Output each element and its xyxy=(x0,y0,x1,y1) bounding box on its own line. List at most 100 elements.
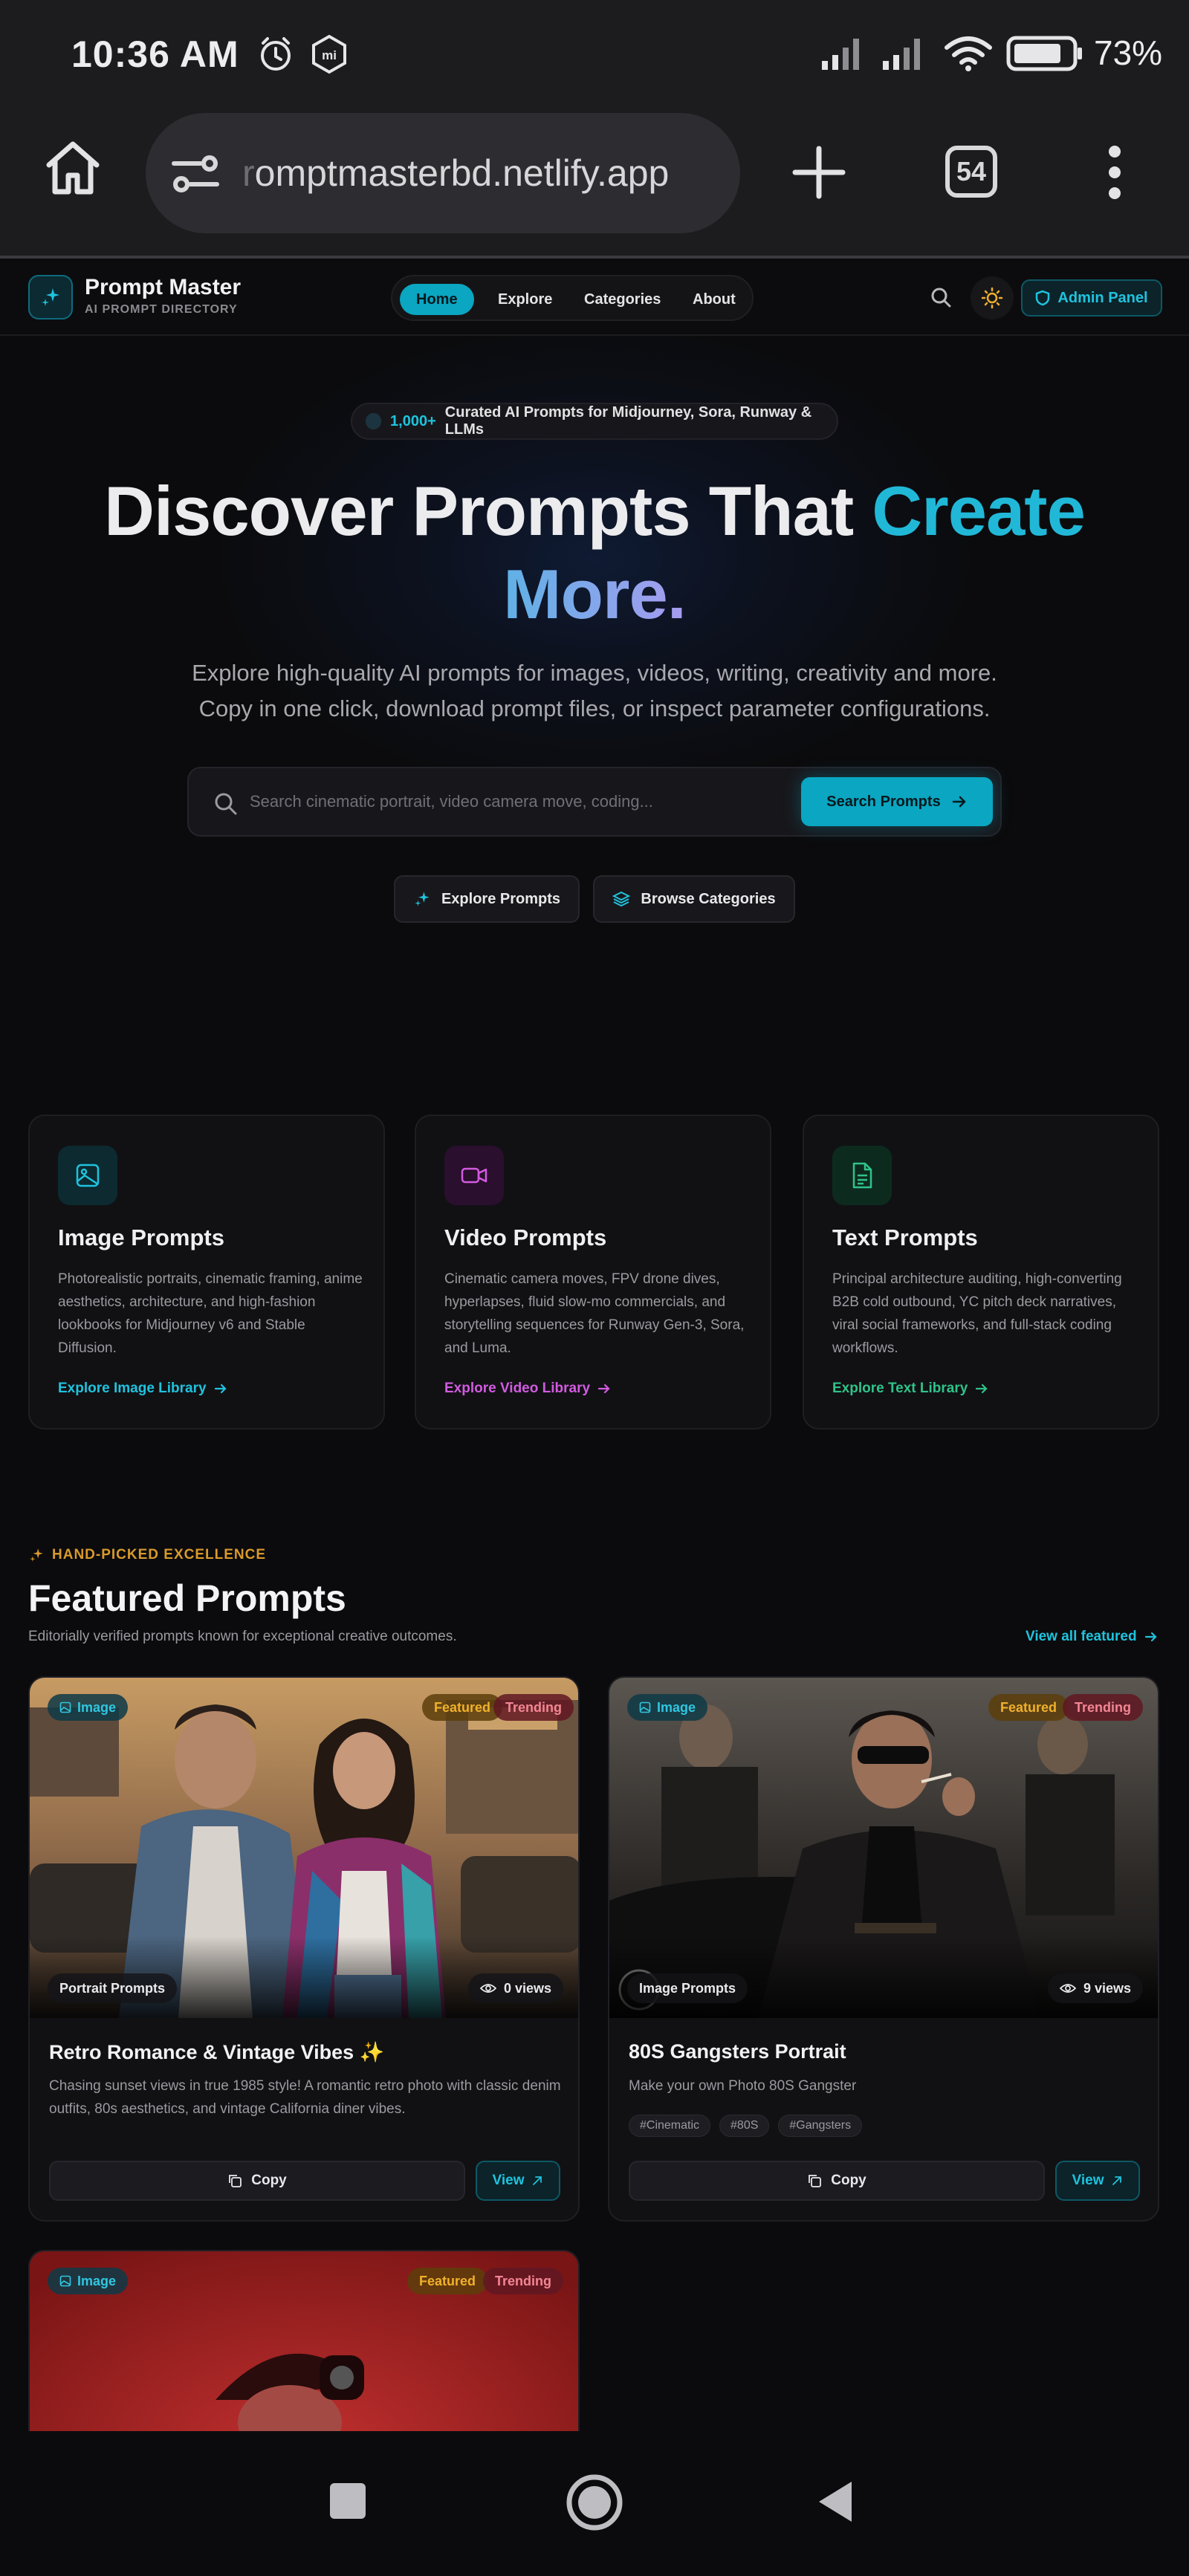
prompt-title[interactable]: 80S Gangsters Portrait xyxy=(629,2040,846,2063)
category-title: Video Prompts xyxy=(444,1224,607,1250)
view-all-featured-link[interactable]: View all featured xyxy=(1026,1629,1158,1645)
featured-subtitle: Editorially verified prompts known for e… xyxy=(28,1629,457,1644)
trending-badge: Trending xyxy=(493,1694,574,1721)
video-camera-icon xyxy=(461,1167,487,1184)
category-card-video[interactable]: Video Prompts Cinematic camera moves, FP… xyxy=(415,1115,771,1430)
nav-explore[interactable]: Explore xyxy=(482,284,568,315)
arrow-right-icon xyxy=(976,1383,988,1394)
category-description: Principal architecture auditing, high-co… xyxy=(832,1271,1122,1356)
search-icon xyxy=(215,793,237,815)
prompt-thumbnail[interactable]: Image Featured Trending Portrait Prompts… xyxy=(30,1678,578,2018)
view-button[interactable]: View xyxy=(476,2161,560,2201)
featured-title: Featured Prompts xyxy=(28,1577,346,1619)
home-icon[interactable] xyxy=(43,138,103,198)
image-icon xyxy=(59,1701,71,1713)
status-bar: 10:36 AM mi 73% xyxy=(0,0,1189,104)
theme-toggle-button[interactable] xyxy=(971,276,1014,319)
tag-chip[interactable]: #Cinematic xyxy=(629,2115,711,2137)
new-tab-icon[interactable] xyxy=(792,146,846,199)
url-text[interactable]: romptmasterbd.netlify.app xyxy=(242,152,718,195)
arrow-right-icon xyxy=(597,1383,610,1394)
arrow-right-icon xyxy=(1144,1632,1157,1642)
prompt-thumbnail[interactable]: Image Featured Trending Image Prompts 9 … xyxy=(609,1678,1158,2018)
explore-text-library-link[interactable]: Explore Text Library xyxy=(832,1381,988,1397)
admin-panel-label: Admin Panel xyxy=(1057,289,1148,306)
prompt-card[interactable]: Image Featured Trending Image Prompts 9 … xyxy=(608,1676,1159,2222)
category-title: Text Prompts xyxy=(832,1224,978,1250)
type-badge: Image xyxy=(48,1694,129,1721)
signal-icon-2 xyxy=(883,39,920,70)
prompt-card[interactable]: Image Featured Trending Portrait Prompts… xyxy=(28,1676,580,2222)
nav-categories[interactable]: Categories xyxy=(568,284,677,315)
document-icon xyxy=(852,1162,872,1189)
nav-about[interactable]: About xyxy=(676,284,752,315)
category-title: Image Prompts xyxy=(58,1224,224,1250)
site-header: Prompt Master AI PROMPT DIRECTORY Home E… xyxy=(0,262,1189,336)
explore-prompts-button[interactable]: Explore Prompts xyxy=(394,875,580,923)
clock: 10:36 AM xyxy=(71,33,239,75)
back-button[interactable] xyxy=(814,2479,856,2525)
site-settings-icon[interactable] xyxy=(171,152,220,196)
category-card-image[interactable]: Image Prompts Photorealistic portraits, … xyxy=(28,1115,385,1430)
views-badge: 9 views xyxy=(1047,1973,1143,2003)
search-icon[interactable] xyxy=(929,285,953,309)
search-input[interactable] xyxy=(250,768,770,835)
external-arrow-icon xyxy=(533,2176,542,2185)
address-bar[interactable]: romptmasterbd.netlify.app xyxy=(146,113,740,233)
hero-section: 1,000+ Curated AI Prompts for Midjourney… xyxy=(0,336,1189,1064)
sparkle-icon xyxy=(42,288,59,306)
shield-icon xyxy=(1036,290,1050,306)
type-badge: Image xyxy=(48,2268,129,2294)
prompt-description: Make your own Photo 80S Gangster xyxy=(629,2078,857,2094)
type-badge: Image xyxy=(627,1694,708,1721)
battery-icon xyxy=(1006,36,1082,71)
logo[interactable] xyxy=(28,275,73,319)
image-icon xyxy=(76,1164,100,1187)
admin-panel-button[interactable]: Admin Panel xyxy=(1021,279,1162,317)
external-arrow-icon xyxy=(1112,2176,1122,2185)
category-description: Photorealistic portraits, cinematic fram… xyxy=(58,1271,363,1356)
signal-icon xyxy=(822,39,859,70)
explore-image-library-link[interactable]: Explore Image Library xyxy=(58,1381,227,1397)
category-card-text[interactable]: Text Prompts Principal architecture audi… xyxy=(803,1115,1159,1430)
search-prompts-button[interactable]: Search Prompts xyxy=(801,777,993,826)
nav-home[interactable]: Home xyxy=(400,284,474,315)
browse-categories-button[interactable]: Browse Categories xyxy=(593,875,795,923)
recents-button[interactable] xyxy=(330,2483,366,2519)
tag-chip[interactable]: #Gangsters xyxy=(778,2115,863,2137)
mi-icon: mi xyxy=(312,34,346,74)
category-description: Cinematic camera moves, FPV drone dives,… xyxy=(444,1271,745,1356)
browser-toolbar: romptmasterbd.netlify.app 54 xyxy=(0,104,1189,259)
copy-button[interactable]: Copy xyxy=(629,2161,1045,2201)
copy-button[interactable]: Copy xyxy=(49,2161,465,2201)
badge-count: 1,000+ xyxy=(390,412,436,429)
sun-icon xyxy=(981,287,1003,309)
alarm-icon xyxy=(261,37,291,71)
eye-icon xyxy=(1059,1984,1076,1993)
category-badge: Portrait Prompts xyxy=(48,1973,178,2003)
image-icon xyxy=(639,1701,651,1713)
sparkle-icon xyxy=(415,892,430,906)
image-category-icon xyxy=(58,1146,117,1205)
brand-title[interactable]: Prompt Master xyxy=(85,275,241,300)
overflow-menu-icon[interactable] xyxy=(1100,144,1130,201)
prompt-card[interactable]: Image Featured Trending xyxy=(28,2250,580,2431)
tab-switcher-button[interactable]: 54 xyxy=(945,146,997,198)
prompt-thumbnail[interactable]: Image Featured Trending xyxy=(30,2251,578,2431)
arrow-right-icon xyxy=(214,1383,227,1394)
explore-video-library-link[interactable]: Explore Video Library xyxy=(444,1381,611,1397)
eye-icon xyxy=(479,1984,496,1993)
prompt-title[interactable]: Retro Romance & Vintage Vibes ✨ xyxy=(49,2040,384,2064)
view-button[interactable]: View xyxy=(1055,2161,1140,2201)
text-category-icon xyxy=(832,1146,892,1205)
tag-chip[interactable]: #80S xyxy=(719,2115,770,2137)
copy-icon xyxy=(229,2175,242,2187)
prompt-tags: #Cinematic #80S #Gangsters xyxy=(629,2115,863,2137)
home-button[interactable] xyxy=(565,2473,624,2532)
main-nav: Home Explore Categories About xyxy=(391,275,754,321)
sparkle-icon xyxy=(30,1548,43,1562)
badge-text: Curated AI Prompts for Midjourney, Sora,… xyxy=(444,404,812,438)
views-badge: 0 views xyxy=(467,1973,563,2003)
hero-search-bar: Search Prompts xyxy=(187,767,1002,837)
svg-text:mi: mi xyxy=(322,48,337,62)
